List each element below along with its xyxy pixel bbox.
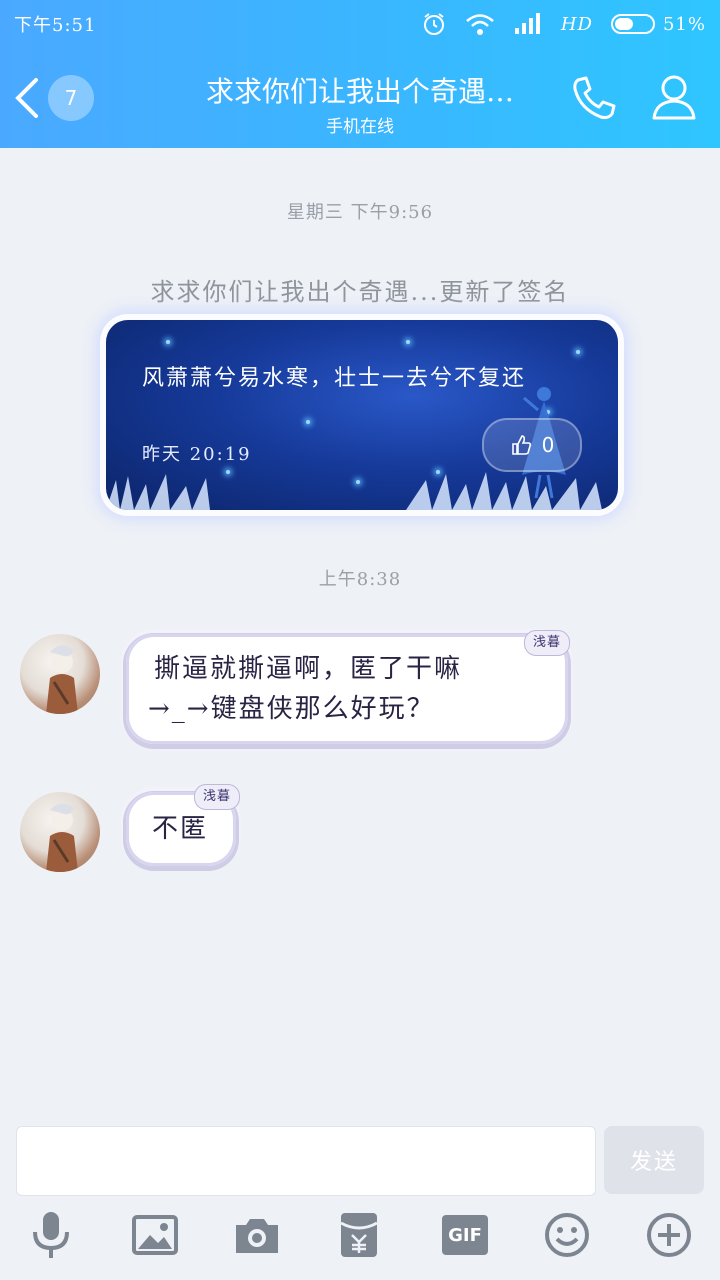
plus-icon (647, 1213, 691, 1257)
message-line: 撕逼就撕逼啊，匿了干嘛 (154, 654, 463, 684)
signature-notice: 求求你们让我出个奇遇...更新了签名 (150, 278, 570, 306)
mic-icon (33, 1212, 69, 1258)
red-packet-icon (340, 1213, 378, 1257)
chat-header: 下午5:51 HD 51% 7 求求你们让我出个奇遇… 手机在线 (0, 0, 720, 148)
profile-icon (652, 75, 696, 120)
like-count: 0 (541, 433, 555, 457)
red-packet-button[interactable] (334, 1210, 384, 1260)
battery-percent: 51% (662, 13, 706, 35)
chat-title-block[interactable]: 求求你们让我出个奇遇… 手机在线 (180, 70, 540, 137)
signal-icon (514, 13, 540, 34)
avatar-figure-icon (46, 803, 78, 872)
status-time: 下午5:51 (14, 15, 97, 36)
bubble-tag: 浅暮 (523, 630, 570, 656)
call-button[interactable] (568, 72, 620, 124)
signature-text: 风萧萧兮易水寒，壮士一去兮不复还 (142, 366, 527, 391)
message-line: 不匿 (152, 814, 209, 844)
back-button[interactable]: 7 (12, 70, 112, 126)
chat-title: 求求你们让我出个奇遇… (205, 75, 514, 108)
image-icon (132, 1215, 178, 1255)
input-toolbar: GIF (0, 1210, 720, 1280)
gif-icon: GIF (442, 1215, 488, 1255)
timestamp: 上午8:38 (318, 569, 402, 590)
message-line: →_→键盘侠那么好玩？ (148, 694, 435, 724)
status-icons: HD 51% (421, 11, 706, 37)
more-button[interactable] (644, 1210, 694, 1260)
bubble-tag: 浅暮 (193, 784, 240, 810)
signature-card[interactable]: 风萧萧兮易水寒，壮士一去兮不复还 昨天 20:19 0 (106, 320, 618, 510)
avatar-figure-icon (46, 645, 78, 714)
message-bubble[interactable]: 不匿 浅暮 (126, 784, 240, 866)
status-bar: 下午5:51 HD 51% (0, 0, 720, 48)
phone-icon (573, 76, 616, 120)
emoji-icon (545, 1213, 589, 1257)
signature-time: 昨天 20:19 (142, 444, 252, 465)
profile-button[interactable] (648, 70, 700, 122)
like-button[interactable]: 0 (482, 418, 582, 472)
network-type: HD (560, 13, 593, 35)
back-icon (15, 78, 38, 118)
battery-indicator: 51% (610, 13, 706, 35)
camera-icon (236, 1219, 278, 1253)
gif-button[interactable]: GIF (440, 1210, 490, 1260)
thumb-up-icon (511, 435, 531, 455)
voice-button[interactable] (26, 1210, 76, 1260)
camera-button[interactable] (232, 1210, 282, 1260)
message-bubble[interactable]: 撕逼就撕逼啊，匿了干嘛 →_→键盘侠那么好玩？ 浅暮 (126, 630, 570, 744)
message-input[interactable] (16, 1126, 596, 1196)
emoji-button[interactable] (542, 1210, 592, 1260)
contact-avatar[interactable] (20, 792, 100, 872)
wifi-icon (466, 14, 494, 35)
contact-avatar[interactable] (20, 634, 100, 714)
send-button[interactable]: 发送 (604, 1126, 704, 1194)
battery-icon (610, 14, 655, 34)
online-status: 手机在线 (326, 117, 394, 137)
unread-badge: 7 (48, 75, 94, 121)
timestamp: 星期三 下午9:56 (286, 202, 434, 223)
grass-decoration (106, 472, 618, 510)
alarm-icon (423, 13, 444, 35)
image-button[interactable] (130, 1210, 180, 1260)
